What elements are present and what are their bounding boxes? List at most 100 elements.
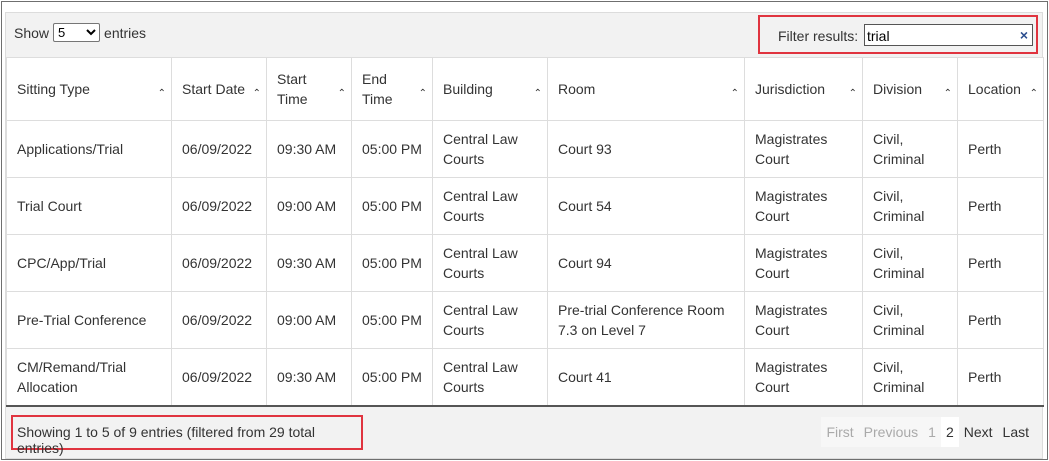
table-cell: Civil, Criminal <box>862 234 958 292</box>
screenshot-frame: Show 5 entries Filter results: × Sitting… <box>1 1 1048 460</box>
table-footer: Showing 1 to 5 of 9 entries (filtered fr… <box>6 405 1042 459</box>
table-cell: Trial Court <box>6 177 172 235</box>
last-page-button[interactable]: Last <box>997 417 1034 447</box>
sort-caret-icon: ⌃ <box>418 88 427 99</box>
sort-caret-icon: ⌃ <box>848 88 857 99</box>
table-cell: Magistrates Court <box>744 177 863 235</box>
table-cell: Magistrates Court <box>744 120 863 178</box>
table-cell: Applications/Trial <box>6 120 172 178</box>
table-info: Showing 1 to 5 of 9 entries (filtered fr… <box>11 415 363 456</box>
table-cell: Magistrates Court <box>744 234 863 292</box>
table-cell: CPC/App/Trial <box>6 234 172 292</box>
table-cell: Civil, Criminal <box>862 291 958 349</box>
table-cell: 05:00 PM <box>351 234 433 292</box>
entries-label: entries <box>104 24 147 41</box>
table-cell: Court 93 <box>547 120 745 178</box>
column-header[interactable]: Sitting Type ⌃ <box>6 57 172 121</box>
table-cell: Pre-trial Conference Room 7.3 on Level 7 <box>547 291 745 349</box>
sort-caret-icon: ⌃ <box>1029 88 1038 99</box>
column-header-label: Room <box>558 81 596 97</box>
column-header-label: Start Time <box>277 71 308 107</box>
table-row: Pre-Trial Conference 06/09/2022 09:00 AM 05… <box>6 291 1044 349</box>
table-cell: Perth <box>957 120 1044 178</box>
table-cell: Central Law Courts <box>432 120 548 178</box>
table-cell: 06/09/2022 <box>171 120 267 178</box>
table-cell: Court 41 <box>547 348 745 407</box>
table-cell: 09:30 AM <box>266 348 352 407</box>
previous-page-button[interactable]: Previous <box>858 417 924 447</box>
table-cell: 05:00 PM <box>351 291 433 349</box>
table-cell: 09:00 AM <box>266 177 352 235</box>
column-header-label: Division <box>873 81 923 97</box>
table-row: CPC/App/Trial 06/09/2022 09:30 AM 05:00 PM C… <box>6 234 1044 292</box>
table-cell: 05:00 PM <box>351 348 433 407</box>
table-row: Trial Court 06/09/2022 09:00 AM 05:00 PM Cen… <box>6 177 1044 235</box>
column-header[interactable]: End Time ⌃ <box>351 57 433 121</box>
table-cell: 06/09/2022 <box>171 177 267 235</box>
table-row: Applications/Trial 06/09/2022 09:30 AM 05:0… <box>6 120 1044 178</box>
table-cell: 05:00 PM <box>351 120 433 178</box>
table-cell: Court 94 <box>547 234 745 292</box>
table-cell: Perth <box>957 291 1044 349</box>
column-header[interactable]: Start Time ⌃ <box>266 57 352 121</box>
length-menu: Show 5 entries <box>14 23 146 42</box>
table-cell: Central Law Courts <box>432 177 548 235</box>
next-page-button[interactable]: Next <box>958 417 998 447</box>
table-cell: Civil, Criminal <box>862 177 958 235</box>
column-header[interactable]: Division ⌃ <box>862 57 958 121</box>
sittings-table: Sitting Type ⌃ Start Date ⌃ Start Time ⌃ End T… <box>6 57 1044 407</box>
sort-caret-icon: ⌃ <box>533 88 542 99</box>
sort-caret-icon: ⌃ <box>252 88 261 99</box>
table-toolbar: Show 5 entries Filter results: × <box>6 13 1042 58</box>
entries-per-page-select[interactable]: 5 <box>53 23 101 42</box>
table-header-row: Sitting Type ⌃ Start Date ⌃ Start Time ⌃ End T… <box>6 57 1044 121</box>
table-cell: Central Law Courts <box>432 291 548 349</box>
table-cell: Perth <box>957 177 1044 235</box>
column-header-label: Jurisdiction <box>755 81 826 97</box>
table-cell: CM/Remand/Trial Allocation <box>6 348 172 407</box>
table-body: Applications/Trial 06/09/2022 09:30 AM 05:0… <box>6 120 1044 407</box>
filter-label: Filter results: <box>778 28 859 44</box>
column-header[interactable]: Room ⌃ <box>547 57 745 121</box>
sort-caret-icon: ⌃ <box>730 88 739 99</box>
table-cell: 05:00 PM <box>351 177 433 235</box>
table-cell: 06/09/2022 <box>171 291 267 349</box>
column-header-label: Location <box>968 81 1021 97</box>
column-header[interactable]: Location ⌃ <box>957 57 1044 121</box>
page-1-button[interactable]: 1 <box>923 417 941 447</box>
clear-icon[interactable]: × <box>1017 26 1031 44</box>
filter-input[interactable] <box>864 24 1033 46</box>
table-cell: 06/09/2022 <box>171 234 267 292</box>
table-row: CM/Remand/Trial Allocation 06/09/2022 09:3… <box>6 348 1044 407</box>
table-cell: Civil, Criminal <box>862 348 958 407</box>
table-cell: Magistrates Court <box>744 348 863 407</box>
column-header-label: Sitting Type <box>17 81 90 97</box>
column-header-label: End Time <box>362 71 393 107</box>
table-cell: 06/09/2022 <box>171 348 267 407</box>
table-cell: 09:30 AM <box>266 234 352 292</box>
column-header[interactable]: Start Date ⌃ <box>171 57 267 121</box>
table-cell: 09:00 AM <box>266 291 352 349</box>
column-header[interactable]: Jurisdiction ⌃ <box>744 57 863 121</box>
table-cell: Perth <box>957 234 1044 292</box>
table-cell: Central Law Courts <box>432 234 548 292</box>
table-cell: Court 54 <box>547 177 745 235</box>
sort-caret-icon: ⌃ <box>337 88 346 99</box>
table-cell: Perth <box>957 348 1044 407</box>
table-cell: Civil, Criminal <box>862 120 958 178</box>
column-header-label: Start Date <box>182 81 246 97</box>
show-label: Show <box>14 24 50 41</box>
page-2-button[interactable]: 2 <box>940 417 959 447</box>
table-cell: Central Law Courts <box>432 348 548 407</box>
table-cell: Pre-Trial Conference <box>6 291 172 349</box>
pagination: First Previous 1 2 Next Last <box>821 417 1034 447</box>
sort-caret-icon: ⌃ <box>157 88 166 99</box>
filter-highlight-box: Filter results: × <box>758 15 1038 54</box>
datatable-wrapper: Show 5 entries Filter results: × Sitting… <box>5 12 1044 459</box>
first-page-button[interactable]: First <box>821 417 859 447</box>
column-header[interactable]: Building ⌃ <box>432 57 548 121</box>
sort-caret-icon: ⌃ <box>943 88 952 99</box>
table-cell: 09:30 AM <box>266 120 352 178</box>
table-cell: Magistrates Court <box>744 291 863 349</box>
column-header-label: Building <box>443 81 493 97</box>
